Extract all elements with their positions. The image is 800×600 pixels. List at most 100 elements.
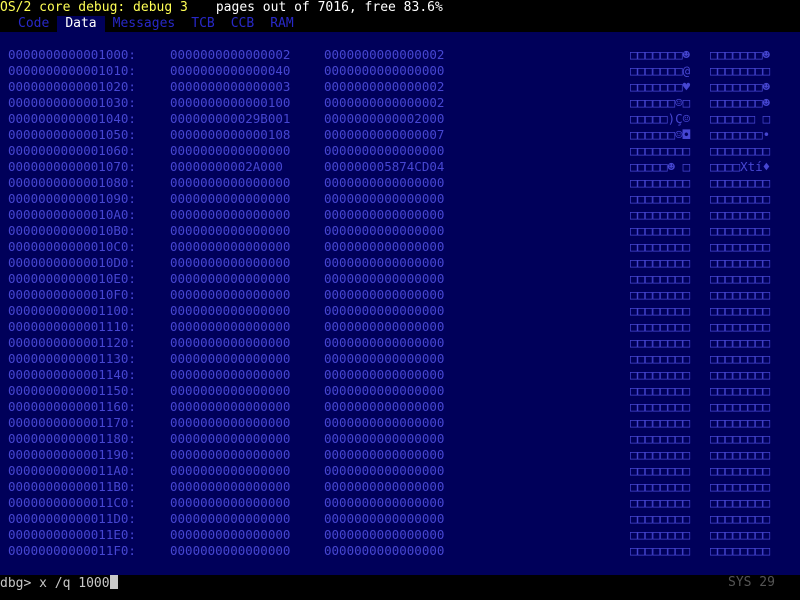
quadword-0-cell: 0000000000000100 [170,95,291,110]
debugger-screen: OS/2 core debug: debug 3 pages out of 701… [0,0,800,600]
ascii-1-cell: □□□□□□□□ [710,303,771,318]
quadword-1-cell: 0000000000000000 [324,335,445,350]
tab-data[interactable]: Data [57,16,105,32]
ascii-1-cell: □□□□□□□□ [710,223,771,238]
address-cell: 0000000000001190: [8,447,136,462]
ascii-1-cell: □□□□□□□□ [710,447,771,462]
address-cell: 0000000000001170: [8,415,136,430]
command-input[interactable]: x /q 1000 [39,576,109,591]
quadword-0-cell: 00000000002A000 [170,159,283,174]
tab-bar: Code Data Messages TCB CCB RAM [0,16,800,32]
ascii-1-cell: □□□□□□□□ [710,351,771,366]
quadword-0-cell: 0000000000000000 [170,511,291,526]
ascii-1-cell: □□□□□□□□ [710,543,771,558]
ascii-1-cell: □□□□□□□□ [710,463,771,478]
ascii-0-cell: □□□□□□□□ [630,319,691,334]
tab-messages[interactable]: Messages [105,16,184,32]
ascii-1-cell: □□□□□□□☻ [710,47,771,62]
ascii-1-cell: □□□□□□□□ [710,271,771,286]
ascii-0-cell: □□□□□□□□ [630,287,691,302]
dump-row: 0000000000001120: 0000000000000000 0000000… [8,335,792,351]
quadword-0-cell: 0000000000000003 [170,79,291,94]
quadword-1-cell: 0000000000000000 [324,175,445,190]
dump-row: 0000000000001100: 0000000000000000 0000000… [8,303,792,319]
ascii-0-cell: □□□□□□□□ [630,335,691,350]
quadword-0-cell: 0000000000000000 [170,543,291,558]
dump-row: 00000000000010A0: 0000000000000000 0000000… [8,207,792,223]
address-cell: 0000000000001130: [8,351,136,366]
quadword-1-cell: 0000000000000000 [324,447,445,462]
sys-status-label: SYS 29 [728,575,775,590]
dump-row: 0000000000001090: 0000000000000000 0000000… [8,191,792,207]
dump-row: 0000000000001180: 0000000000000000 0000000… [8,431,792,447]
ascii-1-cell: □□□□□□□□ [710,191,771,206]
ascii-1-cell: □□□□□□□□ [710,415,771,430]
dump-row: 00000000000011E0: 0000000000000000 0000000… [8,527,792,543]
address-cell: 00000000000010A0: [8,207,136,222]
quadword-0-cell: 0000000000000000 [170,255,291,270]
address-cell: 00000000000010F0: [8,287,136,302]
quadword-1-cell: 0000000000000000 [324,543,445,558]
quadword-1-cell: 0000000000000000 [324,367,445,382]
quadword-1-cell: 0000000000000000 [324,319,445,334]
ascii-0-cell: □□□□□□□□ [630,191,691,206]
quadword-0-cell: 0000000000000000 [170,431,291,446]
address-cell: 00000000000011B0: [8,479,136,494]
quadword-1-cell: 000000005874CD04 [324,159,445,174]
command-prompt: dbg> [0,576,40,591]
ascii-1-cell: □□□□□□□□ [710,335,771,350]
dump-row: 00000000000010B0: 0000000000000000 0000000… [8,223,792,239]
address-cell: 00000000000010C0: [8,239,136,254]
quadword-1-cell: 0000000000000000 [324,143,445,158]
address-cell: 00000000000011D0: [8,511,136,526]
address-cell: 0000000000001080: [8,175,136,190]
quadword-1-cell: 0000000000000000 [324,239,445,254]
hex-dump-view: 0000000000001000: 0000000000000002 0000000… [8,47,792,559]
ascii-0-cell: □□□□□□☺□ [630,95,691,110]
text-cursor [109,575,118,589]
ascii-0-cell: □□□□□□□□ [630,527,691,542]
address-cell: 0000000000001090: [8,191,136,206]
dump-row: 0000000000001070: 00000000002A000 00000000… [8,159,792,175]
dump-row: 00000000000011D0: 0000000000000000 0000000… [8,511,792,527]
dump-row: 00000000000011F0: 0000000000000000 0000000… [8,543,792,559]
ascii-1-cell: □□□□□□□□ [710,143,771,158]
ascii-1-cell: □□□□□□□□ [710,207,771,222]
quadword-1-cell: 0000000000000000 [324,223,445,238]
address-cell: 0000000000001180: [8,431,136,446]
ascii-1-cell: □□□□Xtí♦ [710,159,771,174]
quadword-0-cell: 0000000000000000 [170,207,291,222]
command-line[interactable]: dbg> x /q 1000 [0,575,118,592]
ascii-0-cell: □□□□□□□□ [630,543,691,558]
tab-code[interactable]: Code [10,16,57,32]
title-bar: OS/2 core debug: debug 3 pages out of 701… [0,0,800,16]
ascii-1-cell: □□□□□□□□ [710,383,771,398]
quadword-0-cell: 0000000000000000 [170,175,291,190]
quadword-0-cell: 0000000000000000 [170,383,291,398]
tab-ccb[interactable]: CCB [223,16,262,32]
ascii-0-cell: □□□□□□□☻ [630,47,691,62]
tab-ram[interactable]: RAM [262,16,301,32]
command-bar: dbg> x /q 1000 SYS 29 [0,575,800,600]
ascii-1-cell: □□□□□□□□ [710,399,771,414]
quadword-1-cell: 0000000000000000 [324,383,445,398]
quadword-0-cell: 0000000000000002 [170,47,291,62]
address-cell: 0000000000001000: [8,47,136,62]
quadword-0-cell: 000000000029B001 [170,111,291,126]
ascii-1-cell: □□□□□□□□ [710,527,771,542]
dump-row: 0000000000001030: 0000000000000100 0000000… [8,95,792,111]
quadword-1-cell: 0000000000000002 [324,95,445,110]
quadword-0-cell: 0000000000000000 [170,223,291,238]
quadword-1-cell: 0000000000000000 [324,511,445,526]
ascii-0-cell: □□□□□□□♥ [630,79,691,94]
quadword-0-cell: 0000000000000000 [170,143,291,158]
dump-row: 0000000000001130: 0000000000000000 0000000… [8,351,792,367]
tab-tcb[interactable]: TCB [183,16,222,32]
ascii-0-cell: □□□□□☻ □ [630,159,691,174]
ascii-1-cell: □□□□□□□□ [710,255,771,270]
quadword-1-cell: 0000000000000000 [324,255,445,270]
ascii-0-cell: □□□□□□□□ [630,511,691,526]
quadword-1-cell: 0000000000000007 [324,127,445,142]
quadword-0-cell: 0000000000000040 [170,63,291,78]
ascii-0-cell: □□□□□□□□ [630,255,691,270]
